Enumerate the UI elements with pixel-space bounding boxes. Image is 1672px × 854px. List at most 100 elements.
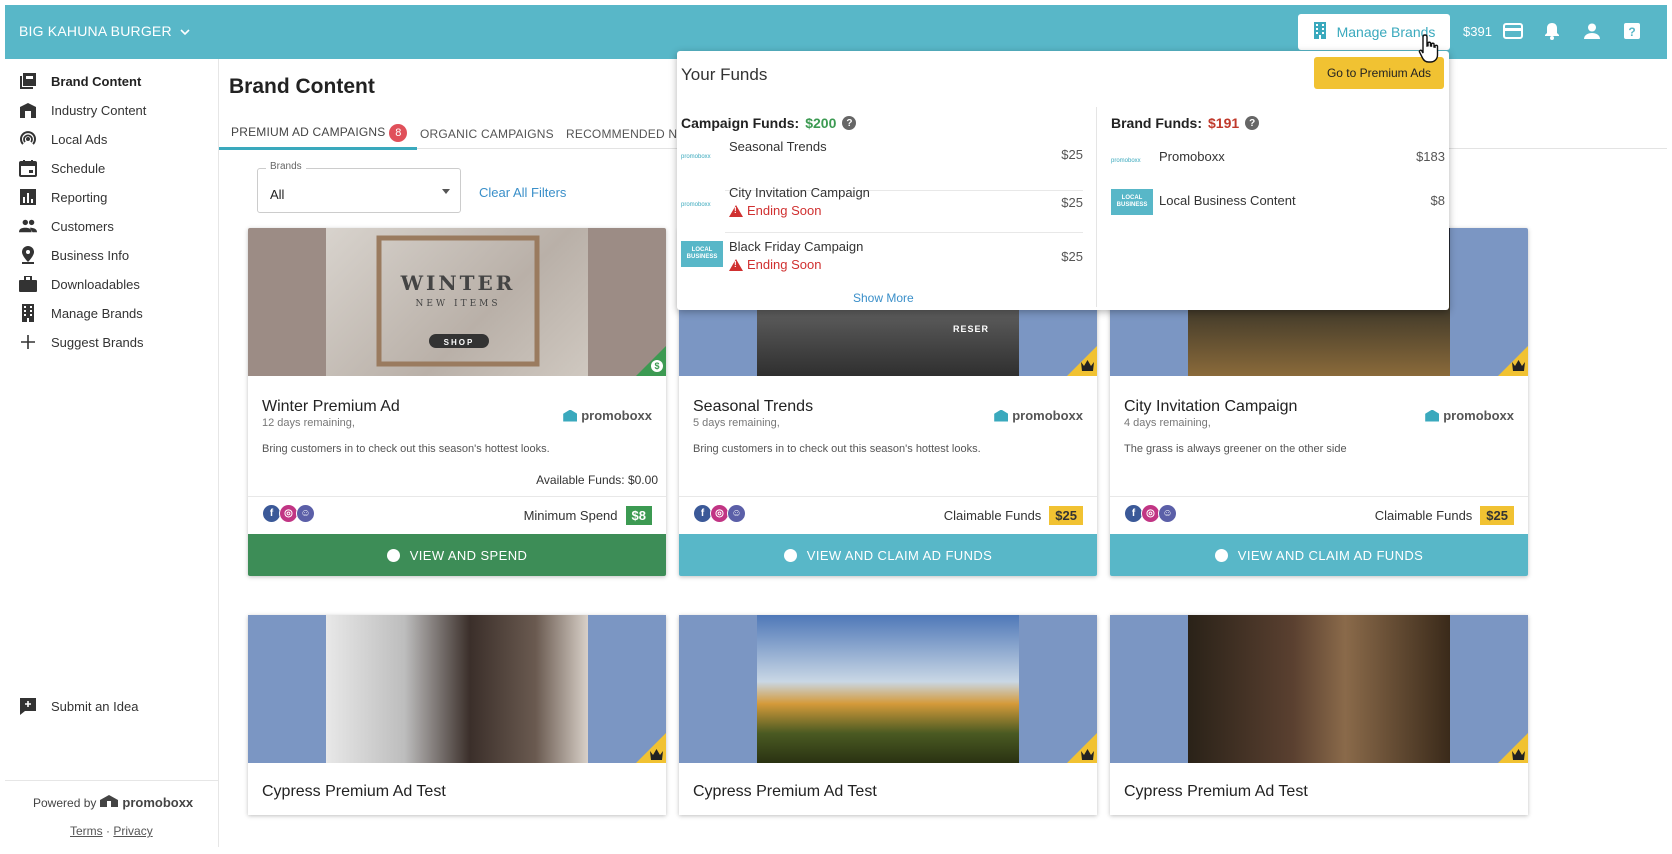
sidebar-divider bbox=[5, 780, 219, 781]
promoboxx-logo-icon bbox=[994, 409, 1009, 422]
card-description: The grass is always greener on the other… bbox=[1124, 443, 1347, 455]
funds-total[interactable]: $391 bbox=[1463, 24, 1492, 39]
sidebar-item-label: Industry Content bbox=[51, 102, 147, 118]
campaign-funds-amount: $200 bbox=[805, 115, 837, 131]
sidebar-item-schedule[interactable]: Schedule bbox=[19, 156, 105, 180]
dropdown-column-divider bbox=[1096, 107, 1097, 307]
caret-down-icon bbox=[442, 189, 450, 194]
card-divider bbox=[248, 496, 666, 497]
crown-icon bbox=[1512, 747, 1525, 765]
campaign-card: Cypress Premium Ad Test bbox=[1110, 615, 1528, 815]
sidebar-item-suggest-brands[interactable]: Suggest Brands bbox=[19, 330, 144, 354]
street-night-photo bbox=[1188, 615, 1450, 763]
card-description: Bring customers in to check out this sea… bbox=[693, 443, 981, 455]
privacy-link[interactable]: Privacy bbox=[113, 824, 152, 838]
help-icon[interactable]: ? bbox=[842, 116, 857, 130]
promoboxx-logo-icon bbox=[563, 409, 578, 422]
help-icon[interactable]: ? bbox=[1245, 116, 1260, 130]
help-icon[interactable]: ? bbox=[1621, 20, 1643, 42]
view-and-spend-button[interactable]: VIEW AND SPEND bbox=[248, 534, 666, 576]
powered-by-label: Powered by bbox=[33, 795, 97, 810]
tab-organic-campaigns[interactable]: ORGANIC CAMPAIGNS bbox=[420, 127, 554, 141]
sidebar-item-label: Manage Brands bbox=[51, 305, 143, 321]
brand-funds-header: Brand Funds: $191 ? bbox=[1111, 115, 1260, 131]
card-title: Winter Premium Ad bbox=[262, 398, 400, 415]
sidebar-item-industry-content[interactable]: Industry Content bbox=[19, 98, 146, 122]
brand-fund-row[interactable]: LOCAL BUSINESS Local Business Content $8 bbox=[1111, 189, 1445, 223]
row-brand-logo: promoboxx bbox=[681, 154, 711, 160]
card-days-remaining: 4 days remaining, bbox=[1124, 417, 1211, 429]
campaign-fund-row[interactable]: LOCAL BUSINESS Black Friday Campaign End… bbox=[681, 239, 1083, 287]
dropdown-title: Your Funds bbox=[681, 65, 768, 84]
campaign-fund-row[interactable]: promoboxx Seasonal Trends $25 bbox=[681, 139, 1083, 191]
card-image bbox=[679, 615, 1097, 763]
sidebar-item-local-ads[interactable]: Local Ads bbox=[19, 127, 107, 151]
powered-by: Powered by promoboxx bbox=[33, 795, 193, 810]
tab-premium-ad-campaigns[interactable]: PREMIUM AD CAMPAIGNS 8 bbox=[231, 124, 408, 142]
row-amount: $25 bbox=[1061, 195, 1083, 210]
brand-content-icon bbox=[19, 72, 37, 90]
svg-text:?: ? bbox=[1628, 25, 1635, 39]
brands-filter-select[interactable]: Brands All bbox=[257, 161, 461, 213]
calendar-icon bbox=[19, 159, 37, 177]
new-items-text: NEW ITEMS bbox=[415, 299, 500, 309]
store-sign-text: RESER bbox=[953, 324, 990, 334]
row-brand-logo: promoboxx bbox=[681, 202, 711, 208]
tab-label: PREMIUM AD CAMPAIGNS bbox=[231, 125, 386, 140]
campaign-funds-label: Campaign Funds: bbox=[681, 115, 800, 131]
card-image: WINTER NEW ITEMS SHOP $ bbox=[248, 228, 666, 376]
horses-field-photo bbox=[757, 615, 1019, 763]
plus-icon bbox=[19, 333, 37, 351]
crown-icon bbox=[1081, 747, 1094, 765]
view-and-claim-button[interactable]: VIEW AND CLAIM AD FUNDS bbox=[1110, 534, 1528, 576]
sidebar-item-label: Suggest Brands bbox=[51, 334, 144, 350]
campaign-fund-row[interactable]: promoboxx City Invitation Campaign Endin… bbox=[681, 185, 1083, 233]
view-and-claim-button[interactable]: VIEW AND CLAIM AD FUNDS bbox=[679, 534, 1097, 576]
terms-link[interactable]: Terms bbox=[70, 824, 103, 838]
card-title: Cypress Premium Ad Test bbox=[262, 783, 446, 800]
ending-soon-warning: Ending Soon bbox=[729, 257, 821, 272]
brand-funds-amount: $191 bbox=[1208, 115, 1240, 131]
brand-selector[interactable]: BIG KAHUNA BURGER bbox=[19, 23, 190, 39]
sidebar-item-customers[interactable]: Customers bbox=[19, 214, 114, 238]
clear-filters-link[interactable]: Clear All Filters bbox=[479, 185, 566, 200]
brand-fund-row[interactable]: promoboxx Promoboxx $183 bbox=[1111, 147, 1445, 181]
campaign-card: Cypress Premium Ad Test bbox=[248, 615, 666, 815]
page-title: Brand Content bbox=[229, 75, 375, 98]
row-name: City Invitation Campaign bbox=[729, 185, 870, 200]
card-brand-logo: promoboxx bbox=[563, 408, 652, 423]
card-spend: Minimum Spend $8 bbox=[524, 506, 652, 525]
bell-icon[interactable] bbox=[1541, 20, 1563, 42]
card-available-funds: Available Funds: $0.00 bbox=[536, 473, 658, 487]
sidebar-item-brand-content[interactable]: Brand Content bbox=[19, 69, 141, 93]
sidebar-item-manage-brands[interactable]: Manage Brands bbox=[19, 301, 143, 325]
google-my-business-icon: ☺ bbox=[727, 504, 746, 523]
button-label: VIEW AND CLAIM AD FUNDS bbox=[1237, 547, 1424, 563]
show-more-link[interactable]: Show More bbox=[853, 291, 914, 305]
row-amount: $8 bbox=[1430, 193, 1445, 208]
app-frame: BIG KAHUNA BURGER Manage Brands $391 ? B… bbox=[5, 5, 1667, 847]
sidebar-item-reporting[interactable]: Reporting bbox=[19, 185, 107, 209]
sidebar-item-downloadables[interactable]: Downloadables bbox=[19, 272, 140, 296]
industry-icon bbox=[19, 101, 37, 119]
sidebar-item-label: Reporting bbox=[51, 189, 108, 205]
sidebar-item-business-info[interactable]: Business Info bbox=[19, 243, 129, 267]
radio-icon bbox=[783, 548, 797, 562]
ending-soon-warning: Ending Soon bbox=[729, 203, 821, 218]
warning-icon bbox=[729, 258, 743, 271]
chevron-down-icon bbox=[180, 23, 190, 39]
sidebar-item-label: Customers bbox=[51, 218, 114, 234]
card-title: Seasonal Trends bbox=[693, 398, 814, 415]
credit-card-icon[interactable] bbox=[1502, 20, 1524, 42]
row-brand-logo: LOCAL BUSINESS bbox=[1111, 189, 1153, 215]
user-icon[interactable] bbox=[1581, 20, 1603, 42]
briefcase-icon bbox=[19, 275, 37, 293]
tab-count-badge: 8 bbox=[389, 124, 408, 142]
card-spend: Claimable Funds $25 bbox=[1375, 506, 1514, 525]
spend-amount: $25 bbox=[1049, 506, 1083, 525]
sidebar-item-label: Business Info bbox=[51, 247, 130, 263]
button-label: VIEW AND SPEND bbox=[409, 547, 528, 563]
row-amount: $25 bbox=[1061, 147, 1083, 162]
submit-idea-button[interactable]: Submit an Idea bbox=[19, 694, 138, 718]
winter-text: WINTER bbox=[400, 271, 516, 295]
